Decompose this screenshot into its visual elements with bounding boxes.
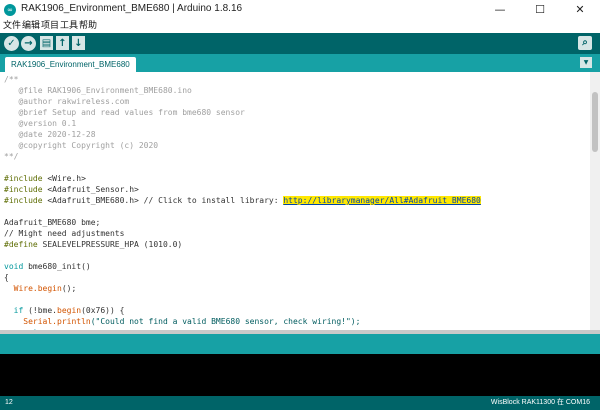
- window-title: RAK1906_Environment_BME680 | Arduino 1.8…: [21, 3, 243, 14]
- close-button[interactable]: ✕: [560, 0, 600, 20]
- arrow-right-icon: →: [24, 38, 33, 49]
- code-line: Adafruit_BME680 bme;: [4, 218, 101, 227]
- open-button[interactable]: ↑: [56, 36, 69, 50]
- code-token: void: [4, 262, 24, 271]
- menu-edit[interactable]: 编辑: [22, 20, 40, 33]
- tab-bar: RAK1906_Environment_BME680 ▼: [0, 54, 600, 72]
- code-token: <Adafruit_Sensor.h>: [42, 185, 139, 194]
- editor-scrollbar[interactable]: [590, 72, 600, 330]
- code-token: ();: [61, 284, 77, 293]
- code-line: // Might need adjustments: [4, 229, 125, 238]
- code-token: #include: [4, 196, 43, 205]
- code-line: Wire.begin();: [4, 283, 77, 294]
- new-file-icon: ▤: [41, 38, 52, 49]
- scrollbar-thumb[interactable]: [592, 92, 598, 152]
- code-line: #define SEALEVELPRESSURE_HPA (1010.0): [4, 239, 182, 250]
- title-bar: ∞ RAK1906_Environment_BME680 | Arduino 1…: [0, 0, 600, 20]
- menu-sketch[interactable]: 项目: [41, 20, 59, 33]
- code-line: #include <Wire.h>: [4, 173, 86, 184]
- library-manager-link[interactable]: http://librarymanager/All#Adafruit_BME68…: [283, 196, 481, 205]
- code-token: Wire: [13, 284, 33, 293]
- code-token: <Wire.h>: [42, 174, 86, 183]
- code-token: .begin: [32, 284, 62, 293]
- code-line: @author rakwireless.com: [4, 97, 130, 106]
- code-line: #include <Adafruit_Sensor.h>: [4, 184, 139, 195]
- check-icon: ✓: [7, 38, 16, 49]
- code-line: #include <Adafruit_BME680.h> // Click to…: [4, 195, 481, 206]
- code-token: if: [13, 306, 24, 315]
- code-line: Serial.println("Could not find a valid B…: [4, 316, 360, 327]
- code-line: @version 0.1: [4, 119, 77, 128]
- code-token: <Adafruit_BME680.h> // Click to install …: [42, 196, 284, 205]
- open-icon: ↑: [58, 38, 67, 49]
- code-token: (0x76)) {: [81, 306, 125, 315]
- code-token: begin: [57, 306, 82, 315]
- code-line: {: [4, 273, 9, 282]
- code-line: @file RAK1906_Environment_BME680.ino: [4, 86, 192, 95]
- minimize-button[interactable]: —: [480, 0, 520, 20]
- save-button[interactable]: ↓: [72, 36, 85, 50]
- verify-button[interactable]: ✓: [4, 36, 19, 51]
- menu-file[interactable]: 文件: [3, 20, 21, 33]
- maximize-button[interactable]: ☐: [520, 0, 560, 20]
- status-bar: [0, 334, 600, 354]
- menu-help[interactable]: 帮助: [79, 20, 97, 33]
- arduino-logo-icon: ∞: [4, 4, 16, 16]
- board-port-info: WisBlock RAK11300 在 COM16: [490, 399, 590, 406]
- menu-tools[interactable]: 工具: [60, 20, 78, 33]
- save-icon: ↓: [74, 38, 83, 49]
- code-line: @copyright Copyright (c) 2020: [4, 141, 159, 150]
- code-line: @brief Setup and read values from bme680…: [4, 108, 245, 117]
- line-number: 12: [5, 399, 13, 406]
- code-token: #define: [4, 240, 38, 249]
- code-line: @date 2020-12-28: [4, 130, 96, 139]
- code-token: bme680_init(): [23, 262, 91, 271]
- code-line: **/: [4, 152, 19, 161]
- bottom-status-bar: 12 WisBlock RAK11300 在 COM16: [0, 396, 600, 410]
- code-line: if (!bme.begin(0x76)) {: [4, 305, 125, 316]
- code-token: #include: [4, 185, 43, 194]
- code-line: void bme680_init(): [4, 261, 91, 272]
- code-editor[interactable]: /** @file RAK1906_Environment_BME680.ino…: [0, 72, 590, 330]
- new-button[interactable]: ▤: [40, 36, 53, 50]
- code-token: Serial: [23, 317, 53, 326]
- serial-monitor-button[interactable]: ⌕: [578, 36, 592, 50]
- toolbar: ✓ → ▤ ↑ ↓ ⌕: [0, 33, 600, 54]
- code-token: #include: [4, 174, 43, 183]
- code-token: ("Could not find a valid BME680 sensor, …: [90, 317, 361, 326]
- upload-button[interactable]: →: [21, 36, 36, 51]
- tab-menu-button[interactable]: ▼: [580, 57, 592, 68]
- tab-sketch[interactable]: RAK1906_Environment_BME680: [5, 57, 136, 72]
- menu-bar: 文件 编辑 项目 工具 帮助: [0, 20, 600, 33]
- code-token: SEALEVELPRESSURE_HPA (1010.0): [37, 240, 183, 249]
- code-token: (!bme.: [23, 306, 57, 315]
- magnifier-icon: ⌕: [582, 37, 588, 48]
- console-output[interactable]: [0, 354, 600, 396]
- code-line: /**: [4, 75, 19, 84]
- code-token: .println: [52, 317, 91, 326]
